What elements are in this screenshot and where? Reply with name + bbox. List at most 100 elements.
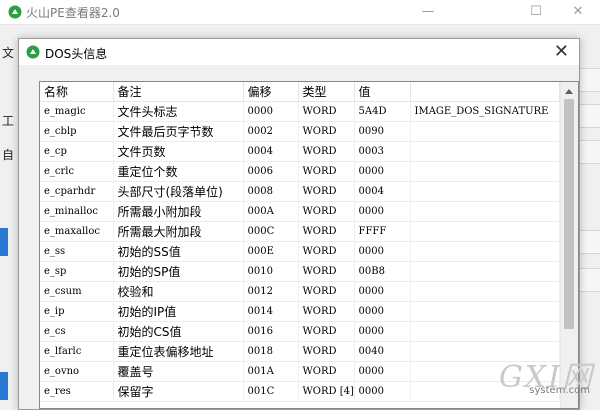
field-type-cell: WORD (298, 321, 355, 342)
table-row[interactable]: e_cs 初始的CS值 0016 WORD 0000 (40, 321, 560, 342)
table-row[interactable]: e_crlc 重定位个数 0006 WORD 0000 (40, 161, 560, 182)
field-name-cell: e_minalloc (40, 201, 114, 222)
field-offset-cell: 0006 (243, 161, 299, 182)
table-row[interactable]: e_lfarlc 重定位表偏移地址 0018 WORD 0040 (40, 341, 560, 362)
field-value-cell: 0003 (354, 141, 411, 162)
field-type-cell: WORD (298, 301, 355, 322)
field-type-cell: WORD (298, 261, 355, 282)
field-name-cell: e_ss (40, 241, 114, 262)
column-header-value[interactable]: 值 (354, 82, 411, 102)
table-row[interactable]: e_ss 初始的SS值 000E WORD 0000 (40, 241, 560, 262)
field-offset-cell: 000A (243, 201, 299, 222)
background-label: 自 (2, 148, 15, 162)
field-value-cell: 0000 (354, 381, 411, 402)
field-type-cell: WORD (298, 141, 355, 162)
field-note-cell: 初始的CS值 (113, 321, 244, 342)
field-name-cell: e_ip (40, 301, 114, 322)
field-type-cell: WORD (298, 241, 355, 262)
table-row[interactable]: e_cblp 文件最后页字节数 0002 WORD 0090 (40, 121, 560, 142)
field-offset-cell: 0012 (243, 281, 299, 302)
field-extra-cell (410, 201, 560, 222)
field-note-cell: 校验和 (113, 281, 244, 302)
close-button[interactable]: ✕ (556, 2, 600, 22)
field-offset-cell: 0014 (243, 301, 299, 322)
dialog-titlebar: DOS头信息 ✕ (19, 39, 579, 65)
field-offset-cell: 000E (243, 241, 299, 262)
selection-strip (0, 228, 8, 256)
field-offset-cell: 0000 (243, 101, 299, 122)
column-header-name[interactable]: 名称 (40, 82, 114, 102)
field-note-cell: 头部尺寸(段落单位) (113, 181, 244, 202)
table-row[interactable]: e_res 保留字 001C WORD [4] 0000 (40, 381, 560, 402)
field-offset-cell: 0002 (243, 121, 299, 142)
field-type-cell: WORD (298, 101, 355, 122)
table-row[interactable]: e_ip 初始的IP值 0014 WORD 0000 (40, 301, 560, 322)
table-row[interactable]: e_maxalloc 所需最大附加段 000C WORD FFFF (40, 221, 560, 242)
field-type-cell: WORD (298, 161, 355, 182)
field-note-cell: 文件最后页字节数 (113, 121, 244, 142)
field-value-cell: 0000 (354, 281, 411, 302)
table-row[interactable]: e_csum 校验和 0012 WORD 0000 (40, 281, 560, 302)
watermark-site: system.com (529, 385, 590, 396)
column-header-extra[interactable] (410, 82, 560, 102)
field-note-cell: 保留字 (113, 381, 244, 402)
column-header-offset[interactable]: 偏移 (243, 82, 299, 102)
field-extra-cell (410, 321, 560, 342)
dialog-close-button[interactable]: ✕ (554, 41, 569, 62)
table-row[interactable]: e_minalloc 所需最小附加段 000A WORD 0000 (40, 201, 560, 222)
field-extra-cell (410, 161, 560, 182)
table-row[interactable]: e_cparhdr 头部尺寸(段落单位) 0008 WORD 0004 (40, 181, 560, 202)
field-offset-cell: 0016 (243, 321, 299, 342)
field-extra-cell (410, 301, 560, 322)
app-title: 火山PE查看器2.0 (26, 6, 120, 20)
field-name-cell: e_sp (40, 261, 114, 282)
field-value-cell: 0000 (354, 361, 411, 382)
field-name-cell: e_cp (40, 141, 114, 162)
field-note-cell: 文件页数 (113, 141, 244, 162)
minimize-button[interactable]: — (406, 2, 450, 22)
selection-strip (0, 372, 8, 400)
maximize-button[interactable]: ☐ (514, 2, 558, 22)
field-offset-cell: 0010 (243, 261, 299, 282)
field-value-cell: 0040 (354, 341, 411, 362)
field-type-cell: WORD (298, 221, 355, 242)
field-value-cell: 0000 (354, 201, 411, 222)
field-name-cell: e_maxalloc (40, 221, 114, 242)
leaf-icon (8, 5, 22, 19)
field-extra-cell (410, 221, 560, 242)
table-row[interactable]: e_magic 文件头标志 0000 WORD 5A4D IMAGE_DOS_SIGNAT… (40, 101, 560, 122)
field-value-cell: 0000 (354, 241, 411, 262)
field-type-cell: WORD [4] (298, 381, 355, 402)
table-header: 名称 备注 偏移 类型 值 (40, 82, 560, 102)
field-note-cell: 初始的SP值 (113, 261, 244, 282)
field-offset-cell: 0018 (243, 341, 299, 362)
main-window-titlebar: 火山PE查看器2.0 — ☐ ✕ (0, 0, 600, 25)
field-name-cell: e_cparhdr (40, 181, 114, 202)
field-value-cell: 0000 (354, 301, 411, 322)
field-value-cell: 0090 (354, 121, 411, 142)
column-header-type[interactable]: 类型 (298, 82, 355, 102)
field-type-cell: WORD (298, 201, 355, 222)
field-name-cell: e_lfarlc (40, 341, 114, 362)
field-note-cell: 文件头标志 (113, 101, 244, 122)
scroll-thumb[interactable] (564, 99, 574, 329)
field-name-cell: e_crlc (40, 161, 114, 182)
field-type-cell: WORD (298, 361, 355, 382)
table-row[interactable]: e_cp 文件页数 0004 WORD 0003 (40, 141, 560, 162)
watermark: GXI网 system.com (484, 356, 594, 396)
field-offset-cell: 000C (243, 221, 299, 242)
field-value-cell: 0000 (354, 161, 411, 182)
background-label: 工 (2, 114, 15, 128)
column-header-note[interactable]: 备注 (113, 82, 244, 102)
field-value-cell: FFFF (354, 221, 411, 242)
leaf-icon (26, 45, 40, 59)
field-value-cell: 0000 (354, 321, 411, 342)
table-row[interactable]: e_ovno 覆盖号 001A WORD 0000 (40, 361, 560, 382)
scroll-up-icon[interactable] (565, 89, 573, 94)
field-note-cell: 覆盖号 (113, 361, 244, 382)
table-row[interactable]: e_sp 初始的SP值 0010 WORD 00B8 (40, 261, 560, 282)
field-type-cell: WORD (298, 181, 355, 202)
field-note-cell: 初始的IP值 (113, 301, 244, 322)
field-value-cell: 0004 (354, 181, 411, 202)
field-extra-cell (410, 241, 560, 262)
